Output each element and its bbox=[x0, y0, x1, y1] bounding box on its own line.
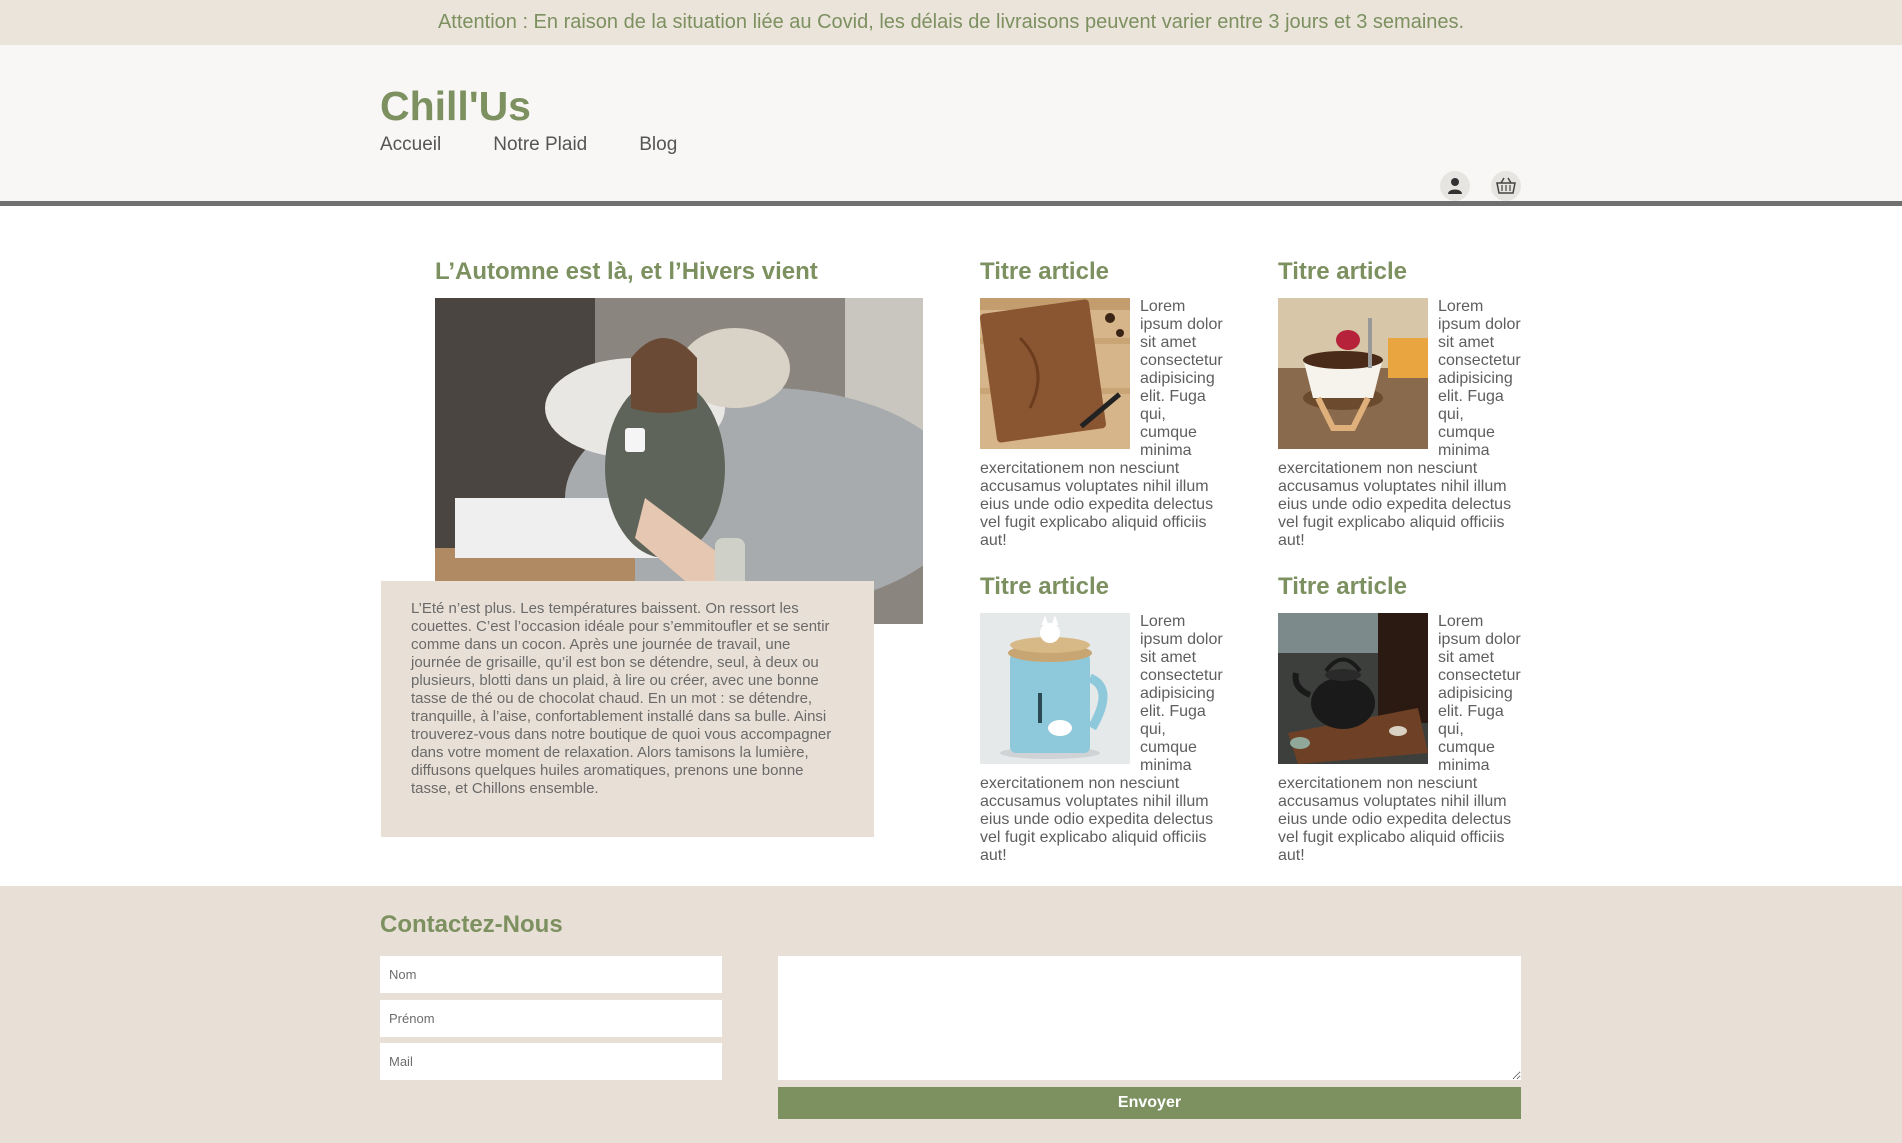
article-image-mug bbox=[980, 613, 1130, 764]
banner-text: Attention : En raison de la situation li… bbox=[437, 11, 1465, 33]
envoyer-button[interactable]: Envoyer bbox=[778, 1087, 1521, 1119]
contact-title: Contactez-Nous bbox=[380, 911, 563, 938]
article-card[interactable]: Titre article Lorem ipsum dolor sit amet… bbox=[1278, 258, 1523, 550]
feature-title: L’Automne est là, et l’Hivers vient bbox=[435, 258, 818, 285]
feature-text-box: L’Eté n’est plus. Les températures baiss… bbox=[381, 581, 874, 837]
article-title[interactable]: Titre article bbox=[980, 258, 1225, 298]
nav-item-blog[interactable]: Blog bbox=[639, 134, 677, 156]
feature-text: L’Eté n’est plus. Les températures baiss… bbox=[411, 600, 832, 797]
prenom-field[interactable] bbox=[380, 1000, 722, 1037]
article-title[interactable]: Titre article bbox=[1278, 258, 1523, 298]
article-card[interactable]: Titre article Lorem ipsum dolor sit amet… bbox=[980, 258, 1225, 550]
nav-item-notre-plaid[interactable]: Notre Plaid bbox=[493, 134, 587, 156]
feature-image bbox=[435, 298, 923, 624]
article-title[interactable]: Titre article bbox=[1278, 573, 1523, 613]
main-nav: Accueil Notre Plaid Blog bbox=[380, 134, 677, 156]
basket-icon[interactable] bbox=[1491, 171, 1521, 201]
message-textarea[interactable] bbox=[778, 956, 1521, 1080]
article-card[interactable]: Titre article Lorem ipsum dolor sit amet… bbox=[1278, 573, 1523, 865]
site-logo[interactable]: Chill'Us bbox=[380, 83, 531, 130]
article-title[interactable]: Titre article bbox=[980, 573, 1225, 613]
article-image-teapot bbox=[1278, 613, 1428, 764]
covid-banner: Attention : En raison de la situation li… bbox=[0, 0, 1902, 45]
site-header: Chill'Us Accueil Notre Plaid Blog bbox=[0, 45, 1902, 201]
user-icon[interactable] bbox=[1440, 171, 1470, 201]
nom-field[interactable] bbox=[380, 956, 722, 993]
article-card[interactable]: Titre article Lorem ipsum dolor sit amet… bbox=[980, 573, 1225, 865]
article-image-fondue bbox=[1278, 298, 1428, 449]
main-content: L’Automne est là, et l’Hivers vient L’Et… bbox=[0, 206, 1902, 886]
article-image-notebook bbox=[980, 298, 1130, 449]
mail-field[interactable] bbox=[380, 1043, 722, 1080]
contact-section: Contactez-Nous Envoyer bbox=[0, 886, 1902, 1143]
nav-item-accueil[interactable]: Accueil bbox=[380, 134, 441, 156]
